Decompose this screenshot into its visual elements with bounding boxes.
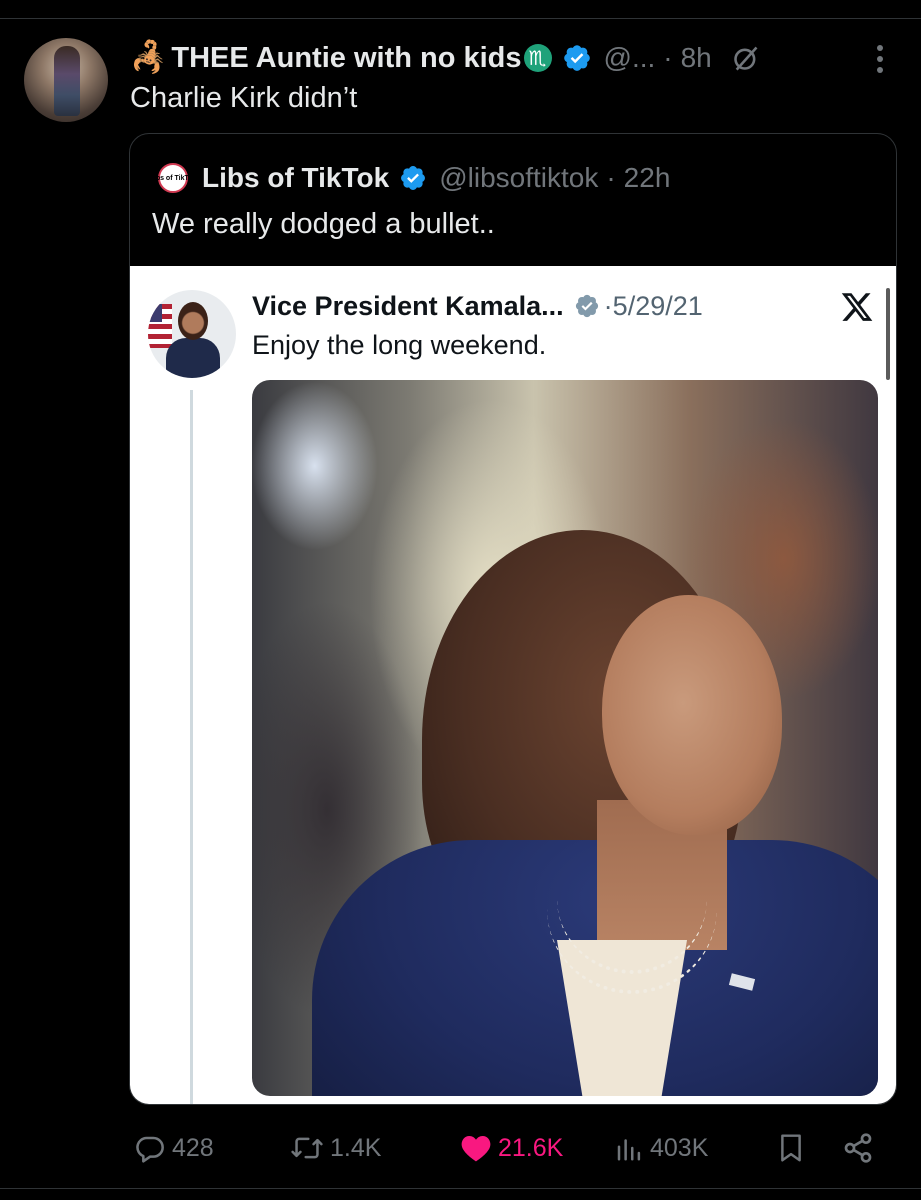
- views-button[interactable]: 403K: [614, 1130, 708, 1166]
- repost-count: 1.4K: [330, 1133, 382, 1162]
- embedded-display-name: Vice President Kamala...: [252, 290, 564, 321]
- avatar-figure: [54, 46, 80, 116]
- like-count: 21.6K: [498, 1133, 564, 1162]
- flag-graphic: [148, 304, 172, 348]
- embedded-tweet-header: Vice President Kamala... · 5/29/21: [252, 286, 703, 326]
- view-count: 403K: [650, 1133, 709, 1162]
- repost-icon: [291, 1137, 323, 1159]
- quoted-timestamp[interactable]: 22h: [624, 162, 671, 194]
- quoted-display-name[interactable]: Libs of TikTok: [202, 162, 389, 194]
- quoted-tweet-card[interactable]: Libs of TikTok Libs of TikTok @libsoftik…: [129, 133, 897, 1105]
- x-logo-icon: [841, 293, 873, 321]
- top-divider: [0, 18, 921, 19]
- separator-dot: ·: [606, 162, 616, 193]
- libs-avatar-label: Libs of TikTok: [149, 174, 197, 182]
- avatar-body: [166, 338, 220, 378]
- verified-badge-icon[interactable]: [399, 164, 427, 192]
- quoted-tweet-header: Libs of TikTok Libs of TikTok @libsoftik…: [150, 158, 671, 198]
- separator-dot: ·: [663, 42, 673, 73]
- vp-avatar: [148, 290, 236, 378]
- views-icon: [617, 1139, 641, 1161]
- like-button[interactable]: 21.6K: [460, 1130, 563, 1166]
- tweet-timestamp[interactable]: 8h: [681, 42, 712, 74]
- scorpio-sign-icon: ♏: [523, 44, 552, 72]
- embedded-separator: ·: [603, 290, 613, 321]
- reply-icon: [136, 1136, 164, 1163]
- photo-face: [602, 595, 782, 835]
- scorpion-icon: 🦂: [130, 41, 168, 74]
- quoted-body-text: We really dodged a bullet..: [152, 208, 495, 240]
- verified-badge-icon[interactable]: [562, 43, 592, 73]
- tweet-body-text: Charlie Kirk didn’t: [130, 82, 358, 114]
- author-display-name[interactable]: THEE Auntie with no kids: [171, 42, 521, 75]
- share-icon[interactable]: [842, 1132, 874, 1164]
- reply-button[interactable]: 428: [134, 1130, 214, 1166]
- embedded-tweet-image[interactable]: Vice President Kamala... · 5/29/21 Enjoy…: [130, 266, 896, 1104]
- bottom-divider: [0, 1188, 921, 1189]
- avatar-head: [178, 302, 208, 340]
- grok-icon[interactable]: [732, 44, 760, 72]
- tweet-header: 🦂 THEE Auntie with no kids ♏ @... · 8h: [130, 38, 760, 78]
- repost-button[interactable]: 1.4K: [290, 1130, 381, 1166]
- author-handle[interactable]: @...: [604, 42, 656, 74]
- libs-of-tiktok-avatar[interactable]: Libs of TikTok: [150, 163, 196, 193]
- vp-photo: [252, 380, 878, 1096]
- quoted-handle[interactable]: @libsoftiktok: [439, 162, 598, 194]
- bookmark-icon[interactable]: [776, 1132, 806, 1164]
- embedded-scrollbar: [886, 288, 890, 380]
- embedded-date: 5/29/21: [612, 290, 703, 321]
- author-avatar[interactable]: [24, 38, 108, 122]
- embedded-body-text: Enjoy the long weekend.: [252, 330, 547, 360]
- more-options-icon[interactable]: [872, 42, 888, 76]
- heart-icon: [461, 1136, 491, 1162]
- gray-verified-badge-icon: [575, 294, 598, 318]
- tweet-action-bar: 428 1.4K 21.6K 403K: [0, 1120, 921, 1176]
- reply-count: 428: [172, 1133, 214, 1162]
- thread-connector-line: [190, 390, 193, 1104]
